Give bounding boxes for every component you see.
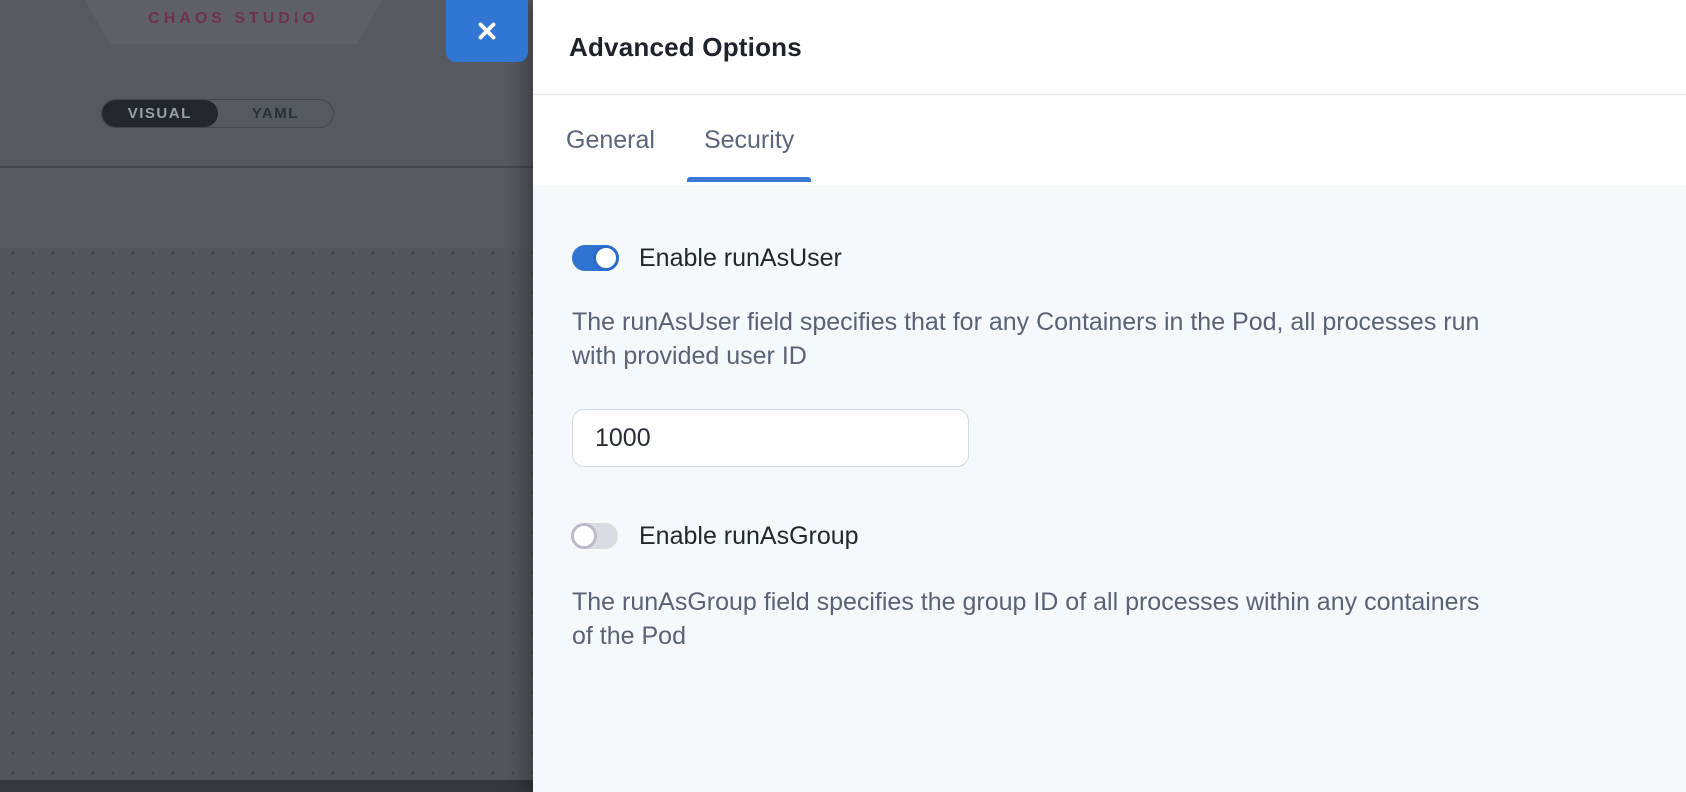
run-as-group-label: Enable runAsGroup bbox=[639, 522, 859, 551]
canvas-bottom-bar bbox=[0, 780, 533, 792]
yaml-tab[interactable]: YAML bbox=[218, 100, 334, 127]
drawer-title: Advanced Options bbox=[569, 32, 802, 63]
run-as-user-label: Enable runAsUser bbox=[639, 244, 842, 273]
run-as-user-toggle[interactable] bbox=[572, 245, 618, 271]
run-as-group-description: The runAsGroup field specifies the group… bbox=[572, 585, 1507, 653]
tab-general[interactable]: General bbox=[566, 95, 655, 185]
canvas-toolbar bbox=[0, 168, 533, 248]
advanced-options-drawer: Advanced Options General Security Enable… bbox=[533, 0, 1686, 792]
visual-yaml-toggle[interactable]: VISUAL YAML bbox=[101, 99, 334, 128]
run-as-user-field bbox=[572, 409, 1646, 467]
run-as-group-row: Enable runAsGroup bbox=[572, 522, 1646, 550]
toggle-knob bbox=[571, 523, 597, 549]
brand-banner: CHAOS STUDIO bbox=[85, 0, 382, 44]
drawer-header: Advanced Options bbox=[533, 0, 1686, 95]
run-as-group-toggle[interactable] bbox=[572, 523, 618, 549]
run-as-user-input[interactable] bbox=[572, 409, 969, 467]
tab-security[interactable]: Security bbox=[687, 95, 811, 185]
brand-title: CHAOS STUDIO bbox=[148, 10, 319, 28]
run-as-user-description: The runAsUser field specifies that for a… bbox=[572, 305, 1507, 373]
x-icon bbox=[474, 18, 500, 44]
close-button[interactable] bbox=[446, 0, 528, 62]
chaos-studio-canvas: CHAOS STUDIO VISUAL YAML bbox=[0, 0, 533, 792]
toggle-knob bbox=[593, 245, 619, 271]
visual-tab[interactable]: VISUAL bbox=[102, 100, 218, 127]
run-as-user-row: Enable runAsUser bbox=[572, 244, 1646, 272]
security-tab-panel: Enable runAsUser The runAsUser field spe… bbox=[533, 185, 1686, 792]
canvas-dot-grid bbox=[0, 248, 533, 780]
drawer-tabs: General Security bbox=[533, 95, 1686, 185]
